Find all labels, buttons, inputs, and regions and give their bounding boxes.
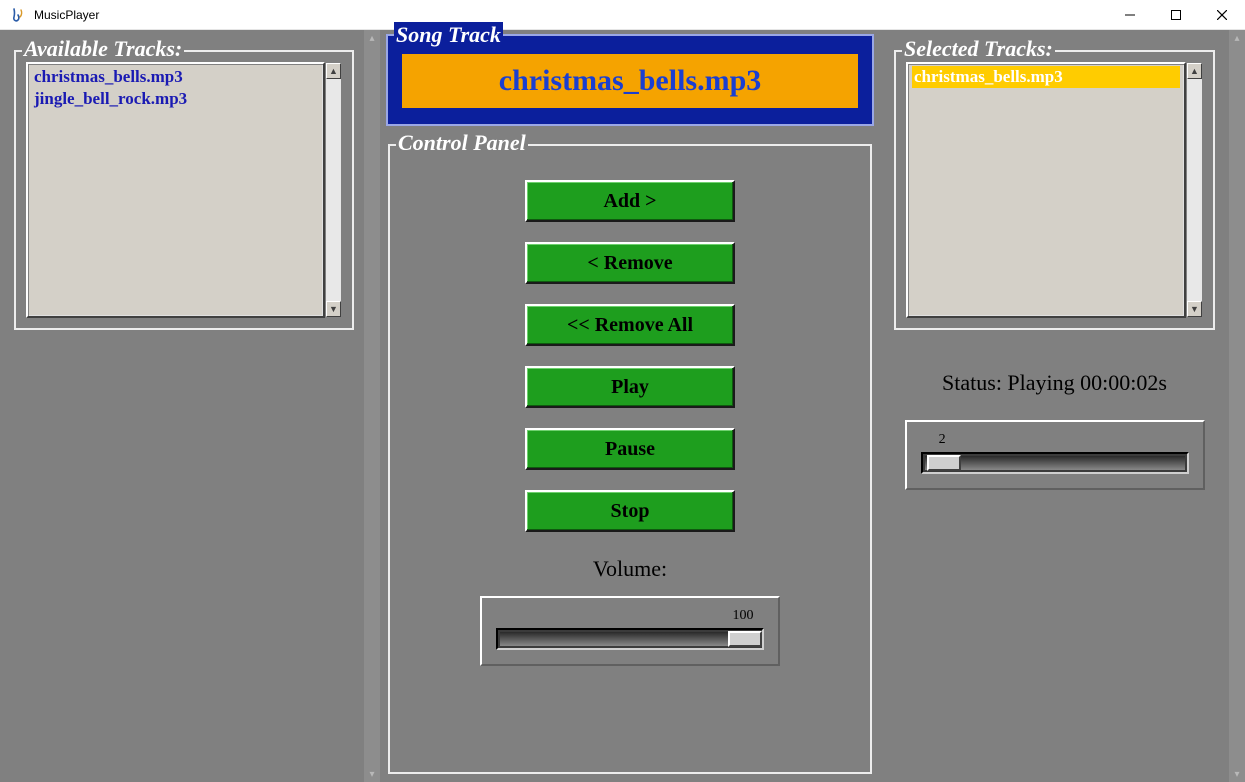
available-scrollbar[interactable]: ▲ ▼ [325, 62, 342, 318]
available-column: Available Tracks: christmas_bells.mp3 ji… [0, 30, 380, 782]
right-pane-scrollbar: ▴ ▾ [1229, 30, 1245, 782]
available-group: Available Tracks: christmas_bells.mp3 ji… [14, 50, 354, 330]
selected-legend: Selected Tracks: [902, 36, 1055, 62]
progress-value: 2 [939, 432, 946, 448]
window-minimize-button[interactable] [1107, 0, 1153, 30]
songtrack-group: Song Track christmas_bells.mp3 [386, 34, 874, 126]
pause-button[interactable]: Pause [525, 428, 735, 470]
control-panel-group: Control Panel Add > < Remove << Remove A… [388, 144, 872, 774]
songtrack-legend: Song Track [394, 22, 503, 48]
middle-column: Song Track christmas_bells.mp3 Control P… [380, 30, 880, 782]
status-text: Status: Playing 00:00:02s [886, 370, 1223, 396]
window-maximize-button[interactable] [1153, 0, 1199, 30]
progress-slider-frame: 2 [905, 420, 1205, 490]
selected-listbox[interactable]: christmas_bells.mp3 [906, 62, 1186, 318]
progress-slider[interactable] [921, 452, 1189, 474]
selected-scrollbar[interactable]: ▲ ▼ [1186, 62, 1203, 318]
volume-slider-frame: 100 [480, 596, 780, 666]
window-title: MusicPlayer [34, 8, 99, 22]
scroll-up-icon[interactable]: ▲ [1187, 63, 1202, 79]
volume-value: 100 [733, 608, 754, 624]
left-pane-scrollbar: ▴ ▾ [364, 30, 380, 782]
remove-all-button[interactable]: << Remove All [525, 304, 735, 346]
scroll-down-icon: ▾ [364, 766, 380, 782]
list-item[interactable]: christmas_bells.mp3 [32, 66, 319, 88]
control-panel-legend: Control Panel [396, 130, 528, 156]
available-legend: Available Tracks: [22, 36, 184, 62]
app-body: Available Tracks: christmas_bells.mp3 ji… [0, 30, 1245, 782]
selected-column: Selected Tracks: christmas_bells.mp3 ▲ ▼… [880, 30, 1245, 782]
list-item[interactable]: christmas_bells.mp3 [912, 66, 1180, 88]
scroll-up-icon: ▴ [364, 30, 380, 46]
play-button[interactable]: Play [525, 366, 735, 408]
add-button[interactable]: Add > [525, 180, 735, 222]
scroll-down-icon[interactable]: ▼ [326, 301, 341, 317]
list-item[interactable]: jingle_bell_rock.mp3 [32, 88, 319, 110]
volume-slider[interactable] [496, 628, 764, 650]
selected-group: Selected Tracks: christmas_bells.mp3 ▲ ▼ [894, 50, 1215, 330]
scroll-down-icon: ▾ [1229, 766, 1245, 782]
volume-slider-handle[interactable] [728, 631, 762, 647]
window-close-button[interactable] [1199, 0, 1245, 30]
progress-slider-handle[interactable] [927, 455, 961, 471]
window-titlebar: MusicPlayer [0, 0, 1245, 30]
scroll-up-icon[interactable]: ▲ [326, 63, 341, 79]
remove-button[interactable]: < Remove [525, 242, 735, 284]
now-playing-display: christmas_bells.mp3 [402, 54, 858, 108]
scroll-down-icon[interactable]: ▼ [1187, 301, 1202, 317]
available-listbox[interactable]: christmas_bells.mp3 jingle_bell_rock.mp3 [26, 62, 325, 318]
stop-button[interactable]: Stop [525, 490, 735, 532]
scroll-up-icon: ▴ [1229, 30, 1245, 46]
app-icon [10, 7, 26, 23]
volume-label: Volume: [400, 556, 860, 582]
